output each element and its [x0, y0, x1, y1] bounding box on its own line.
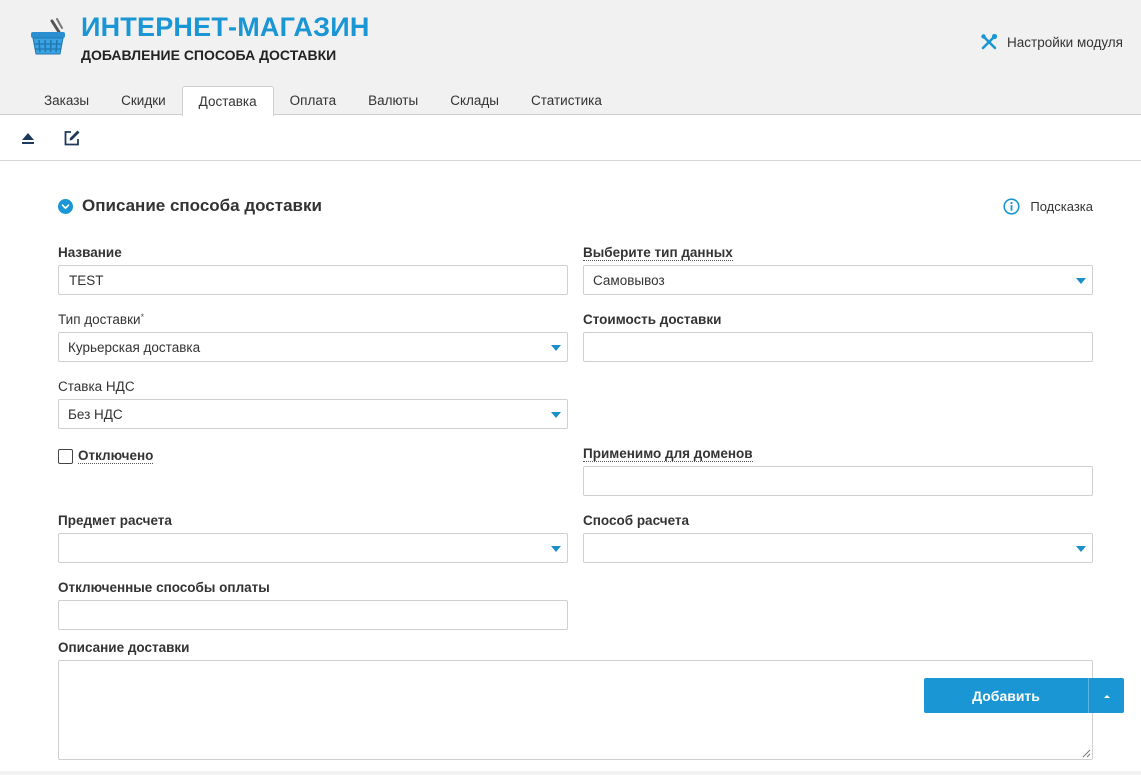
chevron-down-icon: [551, 546, 561, 552]
header: ИНТЕРНЕТ-МАГАЗИН ДОБАВЛЕНИЕ СПОСОБА ДОСТ…: [0, 0, 1141, 116]
resize-grip-icon[interactable]: [1081, 748, 1091, 758]
section-title: Описание способа доставки: [82, 196, 322, 215]
add-options-toggle[interactable]: [1089, 678, 1124, 713]
tab-statistics[interactable]: Статистика: [515, 86, 618, 115]
info-icon: [1003, 198, 1020, 215]
description-label: Описание доставки: [58, 640, 190, 655]
delivery-cost-label: Стоимость доставки: [583, 312, 722, 327]
add-button[interactable]: Добавить: [924, 678, 1089, 713]
shopping-basket-icon: [31, 18, 65, 55]
chevron-down-icon: [551, 345, 561, 351]
payment-subject-label: Предмет расчета: [58, 513, 172, 528]
tab-currencies[interactable]: Валюты: [352, 86, 434, 115]
page-subtitle: ДОБАВЛЕНИЕ СПОСОБА ДОСТАВКИ: [81, 47, 337, 63]
data-type-label-text: Выберите тип данных: [583, 245, 733, 261]
delivery-cost-input[interactable]: [583, 332, 1093, 362]
vat-rate-value: Без НДС: [68, 406, 123, 422]
name-input-value: TEST: [69, 272, 104, 288]
payment-method-label: Способ расчета: [583, 513, 690, 528]
module-settings-link[interactable]: Настройки модуля: [980, 33, 1123, 51]
hint-label: Подсказка: [1030, 199, 1093, 214]
tab-warehouses[interactable]: Склады: [434, 86, 515, 115]
chevron-down-circle-icon[interactable]: [58, 198, 73, 214]
disabled-checkbox-label[interactable]: Отключено: [78, 448, 154, 464]
name-label: Название: [58, 245, 122, 260]
app-title: ИНТЕРНЕТ-МАГАЗИН: [81, 12, 370, 42]
chevron-down-icon: [1076, 278, 1086, 284]
domains-label-text: Применимо для доменов: [583, 446, 753, 462]
tools-icon: [981, 33, 998, 50]
module-settings-label: Настройки модуля: [1007, 34, 1123, 50]
chevron-down-icon: [1076, 546, 1086, 552]
disabled-checkbox-control[interactable]: Отключено: [58, 448, 154, 464]
disabled-checkbox[interactable]: [58, 448, 73, 464]
caret-up-icon: [1103, 694, 1110, 698]
tab-payment[interactable]: Оплата: [274, 86, 352, 115]
payment-method-select[interactable]: [583, 533, 1093, 563]
tab-delivery[interactable]: Доставка: [181, 86, 274, 116]
vat-rate-label: Ставка НДС: [58, 379, 135, 394]
tab-discounts[interactable]: Скидки: [105, 86, 182, 115]
delivery-type-select[interactable]: Курьерская доставка: [58, 332, 568, 362]
required-mark: *: [140, 312, 145, 322]
tab-bar: Заказы Скидки Доставка Оплата Валюты Скл…: [28, 86, 618, 116]
vat-rate-select[interactable]: Без НДС: [58, 399, 568, 429]
hint-link[interactable]: Подсказка: [1003, 198, 1093, 215]
footer-divider: [0, 771, 1141, 775]
delivery-type-value: Курьерская доставка: [68, 339, 201, 355]
domains-label: Применимо для доменов: [583, 446, 753, 462]
delivery-type-label-text: Тип доставки: [58, 312, 141, 327]
domains-input[interactable]: [583, 466, 1093, 496]
section-header[interactable]: Описание способа доставки: [58, 196, 322, 216]
data-type-select[interactable]: Самовывоз: [583, 265, 1093, 295]
delivery-type-label: Тип доставки*: [58, 312, 144, 327]
tab-orders[interactable]: Заказы: [28, 86, 105, 115]
toolbar: [0, 116, 1141, 161]
add-button-group: Добавить: [924, 678, 1124, 713]
name-input[interactable]: TEST: [58, 265, 568, 295]
eject-icon[interactable]: [19, 129, 37, 147]
data-type-label: Выберите тип данных: [583, 245, 733, 261]
edit-icon[interactable]: [63, 129, 81, 147]
chevron-down-icon: [551, 412, 561, 418]
payment-subject-select[interactable]: [58, 533, 568, 563]
disabled-payment-methods-label: Отключенные способы оплаты: [58, 580, 270, 595]
data-type-value: Самовывоз: [593, 272, 665, 288]
disabled-payment-methods-input[interactable]: [58, 600, 568, 630]
